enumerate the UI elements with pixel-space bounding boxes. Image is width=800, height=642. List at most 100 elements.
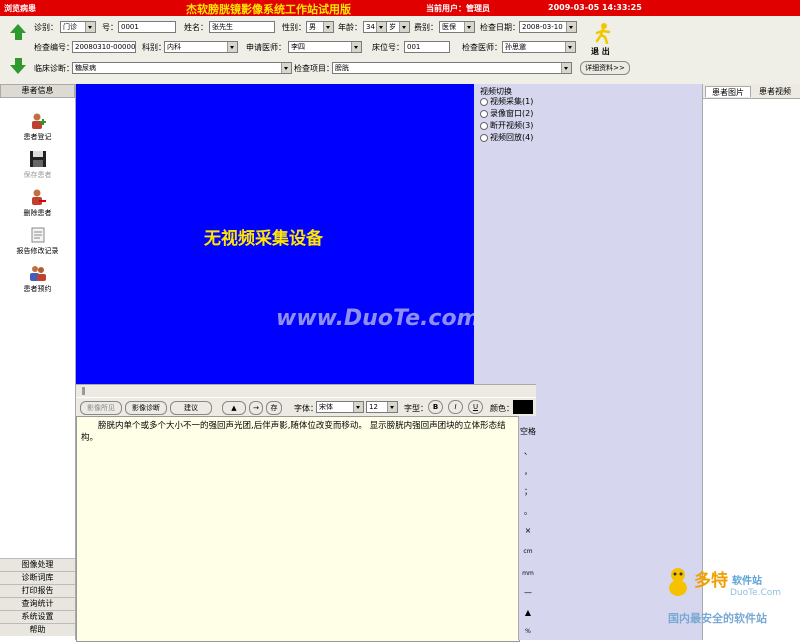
people-icon [29,266,46,281]
exam-number-label: 检查编号： [34,43,74,52]
document-icon [31,227,44,243]
name-input[interactable]: 张先生 [209,21,275,33]
bed-number-label: 床位号： [372,43,404,52]
save-patient-button[interactable]: 保存患者 [0,150,75,180]
color-swatch[interactable] [513,400,533,414]
current-user: 当前用户：管理员 [426,4,490,13]
no-video-device-message: 无视频采集设备 [204,229,323,249]
symbol-space[interactable]: 空格 [519,426,537,437]
symbol-triangle[interactable]: ▲ [519,608,537,617]
bed-number-input[interactable]: 001 [404,41,450,53]
font-select[interactable]: 宋体 [316,401,364,413]
video-option-capture[interactable]: 视频采集(1) [480,96,533,107]
suggestion-button[interactable]: 建议 [170,401,212,415]
sex-select[interactable]: 男 [306,21,334,33]
video-option-disconnect[interactable]: 断开视频(3) [480,120,533,131]
exam-item-input[interactable]: 膀胱 [332,62,572,74]
video-progress-slider[interactable] [76,384,536,397]
visit-type-select[interactable]: 门诊 [60,21,96,33]
save-text-button[interactable]: 存 [266,401,282,415]
age-label: 年龄： [338,23,362,32]
exam-item-label: 检查项目： [294,64,334,73]
delete-patient-button[interactable]: 删除患者 [0,188,75,218]
save-patient-label: 保存患者 [23,171,52,179]
logo-sub-text: 软件站 [732,576,762,587]
number-input[interactable]: 0001 [118,21,176,33]
symbol-bar: 空格 、 ， ； 。 × cm mm — ▲ % [518,416,537,640]
fee-label: 费别： [414,23,438,32]
remove-person-icon [31,189,46,205]
move-up-button[interactable]: ▲ [222,401,246,415]
symbol-times[interactable]: × [519,526,537,535]
symbol-comma-cn[interactable]: 、 [519,446,537,457]
nav-image-processing[interactable]: 图像处理 [0,558,75,571]
browse-patients-label[interactable]: 浏览病患 [4,3,36,14]
register-patient-button[interactable]: 患者登记 [0,112,75,142]
age-unit-select[interactable]: 岁 [386,21,410,33]
right-tabs: 患者图片 患者视频 [703,84,800,99]
name-label: 姓名： [184,23,208,32]
video-option-record[interactable]: 录像窗口(2) [480,108,533,119]
symbol-mm[interactable]: mm [519,570,537,577]
exam-date-label: 检查日期： [480,23,520,32]
patient-appointment-button[interactable]: 患者预约 [0,264,75,294]
findings-button[interactable]: 影像所见 [80,401,122,415]
exam-date-picker[interactable]: 2008-03-10 [519,21,577,33]
clinical-diagnosis-input[interactable]: 糖尿病 [72,62,292,74]
requesting-doctor-select[interactable]: 李四 [288,41,362,53]
visit-type-label: 诊别： [34,23,58,32]
bold-button[interactable]: B [428,400,443,414]
video-switch-panel: 视频切换 视频采集(1) 录像窗口(2) 断开视频(3) 视频回放(4) [474,84,536,384]
italic-button[interactable]: I [448,400,463,414]
nav-diagnosis-dictionary[interactable]: 诊断词库 [0,571,75,584]
nav-system-settings[interactable]: 系统设置 [0,610,75,623]
exam-number-input[interactable]: 20080310-000001 [72,41,136,53]
radio-icon [480,109,488,118]
thumbnail-panel [536,84,702,640]
radio-icon [480,133,488,142]
mascot-icon [669,568,687,596]
symbol-dash[interactable]: — [519,588,537,597]
symbol-period[interactable]: 。 [519,506,537,517]
font-size-select[interactable]: 12 [366,401,398,413]
symbol-comma[interactable]: ， [519,466,537,477]
radio-icon [480,121,488,130]
department-label: 科别： [142,43,166,52]
video-display[interactable]: 无视频采集设备 www.DuoTe.com [76,84,480,384]
arrow-right-button[interactable]: → [249,401,263,415]
watermark-text: www.DuoTe.com [276,306,480,331]
nav-print-report[interactable]: 打印报告 [0,584,75,597]
register-patient-label: 患者登记 [23,133,52,141]
exit-button[interactable]: 退 出 [588,22,618,56]
requesting-doctor-label: 申请医师： [246,43,286,52]
exam-doctor-select[interactable]: 孙思邈 [502,41,576,53]
report-modify-log-label: 报告修改记录 [16,247,59,255]
report-text-editor[interactable]: 膀胱内单个或多个大小不一的强回声光团,后伴声影,随体位改变而移动。 显示膀胱内强… [76,416,520,642]
previous-arrow-icon[interactable] [10,24,26,40]
detail-info-button[interactable]: 详细资料>> [580,61,630,75]
patient-appointment-label: 患者预约 [23,285,52,293]
video-option-playback[interactable]: 视频回放(4) [480,132,533,143]
department-select[interactable]: 内科 [164,41,238,53]
font-label: 字体： [294,404,318,413]
fee-select[interactable]: 医保 [439,21,475,33]
nav-statistics[interactable]: 查询统计 [0,597,75,610]
diagnosis-button[interactable]: 影像诊断 [125,401,167,415]
nav-help[interactable]: 帮助 [0,623,75,636]
tab-patient-images[interactable]: 患者图片 [705,86,751,97]
patient-info-header[interactable]: 患者信息 [0,84,75,98]
exam-doctor-label: 检查医师： [462,43,502,52]
age-input[interactable]: 34 [363,21,387,33]
report-modify-log-button[interactable]: 报告修改记录 [0,226,75,256]
next-arrow-icon[interactable] [10,58,26,74]
slider-thumb[interactable] [82,387,85,395]
delete-patient-label: 删除患者 [23,209,52,217]
underline-button[interactable]: U [468,400,483,414]
symbol-cm[interactable]: cm [519,548,537,555]
tab-patient-videos[interactable]: 患者视频 [753,86,797,96]
editor-toolbar: 影像所见 影像诊断 建议 ▲ → 存 字体： 宋体 12 字型： B I U 颜… [76,398,536,416]
symbol-semicolon[interactable]: ； [519,486,537,497]
symbol-percent[interactable]: % [519,628,537,635]
datetime: 2009-03-05 14:33:25 [548,3,642,12]
color-label: 颜色： [490,404,514,413]
